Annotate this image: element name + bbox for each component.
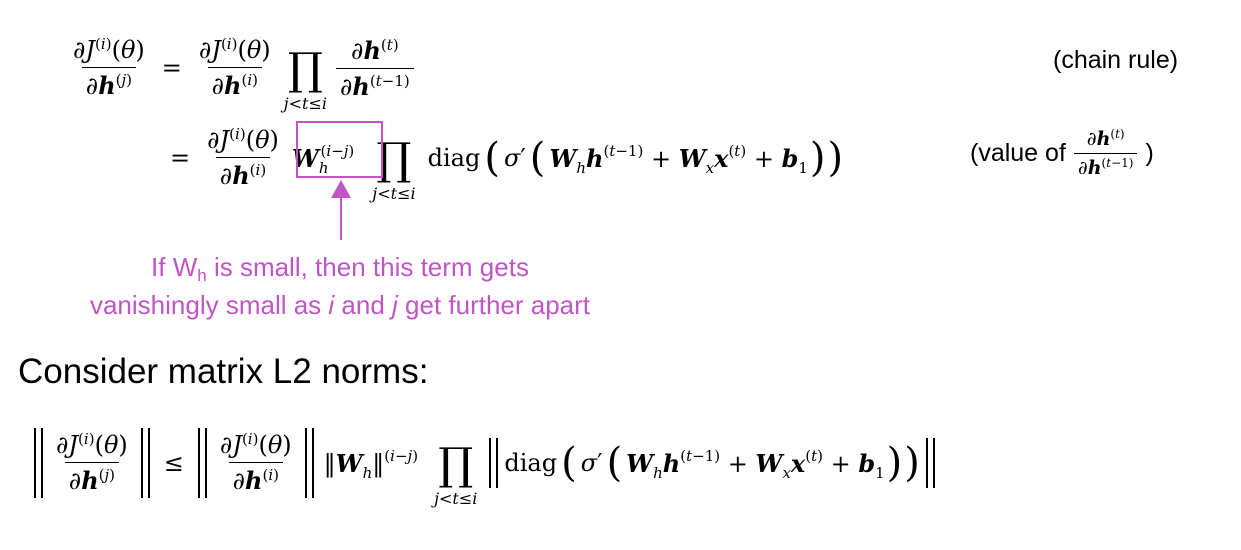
norm-bar-right-2: [304, 428, 314, 498]
norm-bar-right: [140, 428, 150, 498]
fraction-dJ-dhi-2: ∂J(i)(θ) ∂h(i): [207, 125, 279, 190]
norm-bar-left-2: [197, 428, 207, 498]
fraction-dJ-dhi-norm: ∂J(i)(θ) ∂h(i): [219, 430, 292, 495]
norm-bar-left: [34, 428, 43, 498]
equation-chain-rule: ∂J(i)(θ) ∂h(j) = ∂J(i)(θ) ∂h(i) ∏ j<t≤i …: [66, 28, 417, 113]
annotation-text: If Wh is small, then this term gets vani…: [40, 248, 640, 324]
wh-norm-power: ‖Wh‖(i−j): [323, 446, 419, 482]
product-operator: ∏ j<t≤i: [283, 43, 327, 113]
fraction-dJ-dhj-norm: ∂J(i)(θ) ∂h(j): [56, 430, 128, 495]
product-operator-3: ∏ j<t≤i: [434, 438, 478, 508]
fraction-dJ-dhi: ∂J(i)(θ) ∂h(i): [198, 35, 271, 100]
equation-value-substitution: = ∂J(i)(θ) ∂h(i) Wh(i−j) ∏ j<t≤i diag ( …: [170, 125, 844, 203]
norm-bar-left-3: [489, 438, 499, 488]
fraction-dJ-dhj: ∂J(i)(θ) ∂h(j): [73, 35, 145, 100]
section-heading: Consider matrix L2 norms:: [18, 352, 429, 391]
arrow-shaft: [340, 196, 342, 240]
fraction-dht-dht1-tag: ∂h(t) ∂h(t−1): [1073, 128, 1138, 179]
fraction-dht-dht1: ∂h(t) ∂h(t−1): [336, 36, 414, 101]
highlight-box: [296, 121, 383, 178]
value-of-tag: (value of ∂h(t) ∂h(t−1) ): [970, 127, 1154, 179]
equation-norm-inequality: ∂J(i)(θ) ∂h(j) ≤ ∂J(i)(θ) ∂h(i) ‖Wh‖(i−j…: [28, 418, 941, 508]
norm-bar-right-3: [925, 438, 935, 488]
annotation-line-1: If Wh is small, then this term gets: [151, 252, 529, 285]
annotation-line-2: vanishingly small as i and j get further…: [89, 290, 591, 320]
chain-rule-tag: (chain rule): [1053, 46, 1179, 74]
